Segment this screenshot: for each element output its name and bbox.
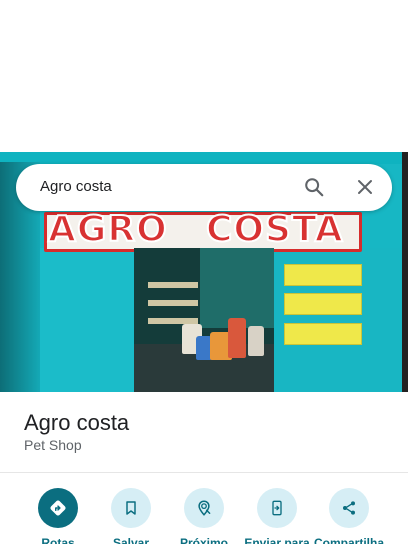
storefront-sign-right-word: COSTA <box>205 208 344 251</box>
map-blank-area <box>0 0 408 152</box>
directions-label: Rotas <box>41 536 75 544</box>
place-info-panel: Agro costa Pet Shop Rotas Salvar Próximo… <box>0 392 408 544</box>
share-button[interactable]: Compartilha <box>310 488 388 544</box>
save-label: Salvar <box>112 536 150 544</box>
feed-bag <box>228 318 246 358</box>
send-to-phone-label: Enviar para <box>244 536 310 544</box>
close-icon[interactable] <box>353 175 377 199</box>
doorway-shelf <box>148 282 198 288</box>
save-button[interactable]: Salvar <box>91 488 171 544</box>
share-icon[interactable] <box>329 488 369 528</box>
doorway-back-wall <box>200 248 274 328</box>
nearby-icon[interactable] <box>184 488 224 528</box>
share-label: Compartilha <box>313 536 384 544</box>
yellow-sign-panel <box>284 323 362 345</box>
directions-icon[interactable] <box>38 488 78 528</box>
search-icon[interactable] <box>302 175 326 199</box>
storefront-sign-left-word: AGRO <box>47 208 168 251</box>
photo-wall-top <box>0 152 402 164</box>
place-title: Agro costa <box>24 410 130 435</box>
yellow-sign-panel <box>284 264 362 286</box>
photo-left-wall <box>40 248 134 392</box>
send-to-phone-button[interactable]: Enviar para <box>237 488 317 544</box>
feed-bag <box>248 326 264 356</box>
nearby-button[interactable]: Próximo <box>164 488 244 544</box>
nearby-label: Próximo <box>179 536 228 544</box>
place-category: Pet Shop <box>24 437 82 453</box>
doorway-shelf <box>148 300 198 306</box>
directions-button[interactable]: Rotas <box>18 488 98 544</box>
storefront-doorway <box>134 248 274 392</box>
search-query-text[interactable]: Agro costa <box>40 178 112 195</box>
photo-scrollbar[interactable] <box>402 152 408 392</box>
yellow-sign-panel <box>284 293 362 315</box>
send-to-phone-icon[interactable] <box>257 488 297 528</box>
search-bar[interactable]: Agro costa <box>16 164 392 211</box>
divider <box>0 472 408 473</box>
bookmark-icon[interactable] <box>111 488 151 528</box>
